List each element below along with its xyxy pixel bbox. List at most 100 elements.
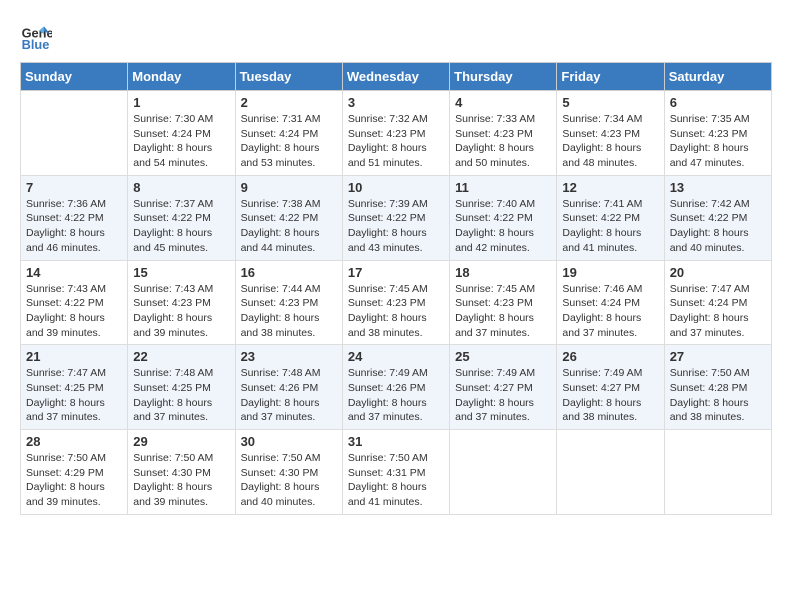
day-info: Sunrise: 7:50 AMSunset: 4:28 PMDaylight:… <box>670 366 766 425</box>
day-number: 23 <box>241 349 337 364</box>
day-number: 20 <box>670 265 766 280</box>
day-number: 16 <box>241 265 337 280</box>
day-number: 4 <box>455 95 551 110</box>
day-info: Sunrise: 7:31 AMSunset: 4:24 PMDaylight:… <box>241 112 337 171</box>
calendar-cell <box>557 430 664 515</box>
calendar-cell: 16 Sunrise: 7:44 AMSunset: 4:23 PMDayligh… <box>235 260 342 345</box>
day-number: 17 <box>348 265 444 280</box>
svg-text:Blue: Blue <box>22 37 50 52</box>
weekday-header-thursday: Thursday <box>450 63 557 91</box>
day-number: 9 <box>241 180 337 195</box>
day-number: 18 <box>455 265 551 280</box>
day-number: 15 <box>133 265 229 280</box>
week-row-4: 21 Sunrise: 7:47 AMSunset: 4:25 PMDayligh… <box>21 345 772 430</box>
day-number: 24 <box>348 349 444 364</box>
day-info: Sunrise: 7:30 AMSunset: 4:24 PMDaylight:… <box>133 112 229 171</box>
day-number: 13 <box>670 180 766 195</box>
day-info: Sunrise: 7:50 AMSunset: 4:31 PMDaylight:… <box>348 451 444 510</box>
day-number: 25 <box>455 349 551 364</box>
calendar-cell: 19 Sunrise: 7:46 AMSunset: 4:24 PMDayligh… <box>557 260 664 345</box>
day-info: Sunrise: 7:44 AMSunset: 4:23 PMDaylight:… <box>241 282 337 341</box>
weekday-header-monday: Monday <box>128 63 235 91</box>
page-header: Gene Blue <box>20 20 772 52</box>
day-info: Sunrise: 7:50 AMSunset: 4:29 PMDaylight:… <box>26 451 122 510</box>
day-info: Sunrise: 7:50 AMSunset: 4:30 PMDaylight:… <box>241 451 337 510</box>
day-number: 11 <box>455 180 551 195</box>
weekday-header-friday: Friday <box>557 63 664 91</box>
calendar-cell: 11 Sunrise: 7:40 AMSunset: 4:22 PMDayligh… <box>450 175 557 260</box>
day-info: Sunrise: 7:36 AMSunset: 4:22 PMDaylight:… <box>26 197 122 256</box>
day-number: 22 <box>133 349 229 364</box>
calendar-cell: 6 Sunrise: 7:35 AMSunset: 4:23 PMDaylight… <box>664 91 771 176</box>
calendar-cell: 22 Sunrise: 7:48 AMSunset: 4:25 PMDayligh… <box>128 345 235 430</box>
calendar-cell: 23 Sunrise: 7:48 AMSunset: 4:26 PMDayligh… <box>235 345 342 430</box>
day-number: 31 <box>348 434 444 449</box>
day-info: Sunrise: 7:38 AMSunset: 4:22 PMDaylight:… <box>241 197 337 256</box>
calendar-cell: 20 Sunrise: 7:47 AMSunset: 4:24 PMDayligh… <box>664 260 771 345</box>
day-info: Sunrise: 7:47 AMSunset: 4:24 PMDaylight:… <box>670 282 766 341</box>
calendar-cell: 4Sunrise: 7:33 AMSunset: 4:23 PMDaylight… <box>450 91 557 176</box>
weekday-header-wednesday: Wednesday <box>342 63 449 91</box>
calendar-cell: 1 Sunrise: 7:30 AMSunset: 4:24 PMDaylight… <box>128 91 235 176</box>
day-number: 30 <box>241 434 337 449</box>
day-info: Sunrise: 7:39 AMSunset: 4:22 PMDaylight:… <box>348 197 444 256</box>
day-info: Sunrise: 7:43 AMSunset: 4:23 PMDaylight:… <box>133 282 229 341</box>
day-info: Sunrise: 7:40 AMSunset: 4:22 PMDaylight:… <box>455 197 551 256</box>
day-number: 6 <box>670 95 766 110</box>
day-info: Sunrise: 7:45 AMSunset: 4:23 PMDaylight:… <box>455 282 551 341</box>
calendar-cell <box>664 430 771 515</box>
day-number: 19 <box>562 265 658 280</box>
calendar-cell: 18 Sunrise: 7:45 AMSunset: 4:23 PMDayligh… <box>450 260 557 345</box>
calendar-cell: 9 Sunrise: 7:38 AMSunset: 4:22 PMDaylight… <box>235 175 342 260</box>
logo: Gene Blue <box>20 20 56 52</box>
day-info: Sunrise: 7:45 AMSunset: 4:23 PMDaylight:… <box>348 282 444 341</box>
day-number: 10 <box>348 180 444 195</box>
day-number: 3 <box>348 95 444 110</box>
calendar-cell: 12Sunrise: 7:41 AMSunset: 4:22 PMDayligh… <box>557 175 664 260</box>
calendar-cell: 21 Sunrise: 7:47 AMSunset: 4:25 PMDayligh… <box>21 345 128 430</box>
day-info: Sunrise: 7:49 AMSunset: 4:26 PMDaylight:… <box>348 366 444 425</box>
calendar-cell: 14 Sunrise: 7:43 AMSunset: 4:22 PMDayligh… <box>21 260 128 345</box>
day-info: Sunrise: 7:43 AMSunset: 4:22 PMDaylight:… <box>26 282 122 341</box>
day-number: 28 <box>26 434 122 449</box>
day-info: Sunrise: 7:46 AMSunset: 4:24 PMDaylight:… <box>562 282 658 341</box>
day-number: 5 <box>562 95 658 110</box>
day-info: Sunrise: 7:49 AMSunset: 4:27 PMDaylight:… <box>562 366 658 425</box>
day-info: Sunrise: 7:35 AMSunset: 4:23 PMDaylight:… <box>670 112 766 171</box>
day-number: 1 <box>133 95 229 110</box>
calendar-cell: 8Sunrise: 7:37 AMSunset: 4:22 PMDaylight… <box>128 175 235 260</box>
calendar-cell: 3 Sunrise: 7:32 AMSunset: 4:23 PMDaylight… <box>342 91 449 176</box>
day-number: 8 <box>133 180 229 195</box>
calendar-cell: 10 Sunrise: 7:39 AMSunset: 4:22 PMDayligh… <box>342 175 449 260</box>
day-info: Sunrise: 7:50 AMSunset: 4:30 PMDaylight:… <box>133 451 229 510</box>
calendar-cell: 27Sunrise: 7:50 AMSunset: 4:28 PMDayligh… <box>664 345 771 430</box>
calendar-cell: 26 Sunrise: 7:49 AMSunset: 4:27 PMDayligh… <box>557 345 664 430</box>
week-row-2: 7Sunrise: 7:36 AMSunset: 4:22 PMDaylight… <box>21 175 772 260</box>
calendar-cell: 31 Sunrise: 7:50 AMSunset: 4:31 PMDayligh… <box>342 430 449 515</box>
calendar-cell: 17 Sunrise: 7:45 AMSunset: 4:23 PMDayligh… <box>342 260 449 345</box>
calendar-cell: 13Sunrise: 7:42 AMSunset: 4:22 PMDayligh… <box>664 175 771 260</box>
day-number: 14 <box>26 265 122 280</box>
day-info: Sunrise: 7:48 AMSunset: 4:25 PMDaylight:… <box>133 366 229 425</box>
day-number: 21 <box>26 349 122 364</box>
day-number: 2 <box>241 95 337 110</box>
calendar-cell: 29Sunrise: 7:50 AMSunset: 4:30 PMDayligh… <box>128 430 235 515</box>
calendar-cell <box>21 91 128 176</box>
day-info: Sunrise: 7:49 AMSunset: 4:27 PMDaylight:… <box>455 366 551 425</box>
day-info: Sunrise: 7:34 AMSunset: 4:23 PMDaylight:… <box>562 112 658 171</box>
calendar-cell: 28 Sunrise: 7:50 AMSunset: 4:29 PMDayligh… <box>21 430 128 515</box>
day-number: 26 <box>562 349 658 364</box>
day-info: Sunrise: 7:41 AMSunset: 4:22 PMDaylight:… <box>562 197 658 256</box>
weekday-header-tuesday: Tuesday <box>235 63 342 91</box>
day-info: Sunrise: 7:48 AMSunset: 4:26 PMDaylight:… <box>241 366 337 425</box>
weekday-header-row: SundayMondayTuesdayWednesdayThursdayFrid… <box>21 63 772 91</box>
calendar-cell: 15 Sunrise: 7:43 AMSunset: 4:23 PMDayligh… <box>128 260 235 345</box>
calendar-cell: 5 Sunrise: 7:34 AMSunset: 4:23 PMDaylight… <box>557 91 664 176</box>
day-info: Sunrise: 7:47 AMSunset: 4:25 PMDaylight:… <box>26 366 122 425</box>
weekday-header-sunday: Sunday <box>21 63 128 91</box>
day-info: Sunrise: 7:32 AMSunset: 4:23 PMDaylight:… <box>348 112 444 171</box>
calendar-cell: 2 Sunrise: 7:31 AMSunset: 4:24 PMDaylight… <box>235 91 342 176</box>
calendar-cell: 24 Sunrise: 7:49 AMSunset: 4:26 PMDayligh… <box>342 345 449 430</box>
logo-icon: Gene Blue <box>20 20 52 52</box>
week-row-3: 14 Sunrise: 7:43 AMSunset: 4:22 PMDayligh… <box>21 260 772 345</box>
